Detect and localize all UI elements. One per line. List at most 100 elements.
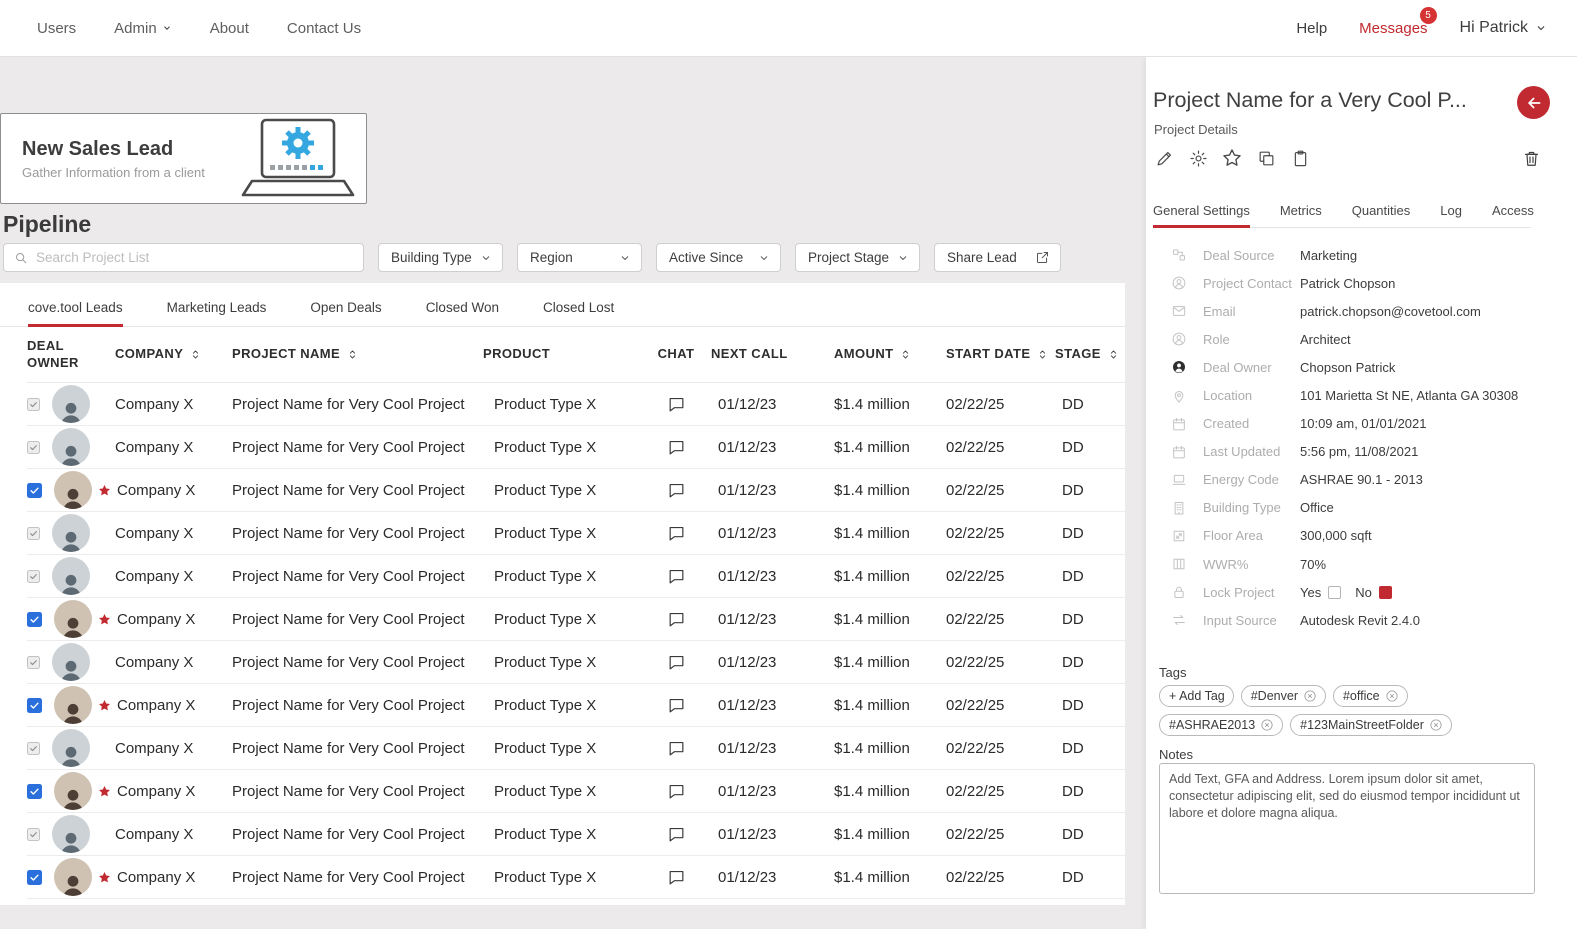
row-checkbox[interactable] <box>27 526 40 540</box>
tab-closed-won[interactable]: Closed Won <box>426 300 499 326</box>
row-checkbox[interactable] <box>27 655 40 669</box>
lock-no-checkbox[interactable] <box>1378 585 1392 599</box>
column-header-chat: CHAT <box>657 346 695 362</box>
row-checkbox[interactable] <box>27 697 42 713</box>
row-checkbox[interactable] <box>27 482 42 498</box>
tab-open-deals[interactable]: Open Deals <box>310 300 381 326</box>
chat-icon[interactable] <box>667 782 686 801</box>
column-header-project-name[interactable]: PROJECT NAME <box>232 346 483 362</box>
delete-button[interactable] <box>1518 145 1544 171</box>
chat-icon[interactable] <box>667 868 686 887</box>
clipboard-button[interactable] <box>1287 145 1313 171</box>
stage-cell: DD <box>1062 524 1084 542</box>
product-cell: Product Type X <box>494 524 597 542</box>
column-header-start-date[interactable]: START DATE <box>946 346 1055 362</box>
filter-building-type[interactable]: Building Type <box>378 243 503 272</box>
table-row[interactable]: Company X Project Name for Very Cool Pro… <box>27 426 1125 469</box>
amount-cell: $1.4 million <box>834 438 910 456</box>
row-checkbox[interactable] <box>27 741 40 755</box>
lock-yes-checkbox[interactable] <box>1328 585 1342 599</box>
avatar <box>54 858 92 896</box>
sort-icon[interactable] <box>346 348 359 361</box>
project-fields: Deal Source Marketing Project Contact Patr… <box>1153 241 1553 634</box>
sort-icon[interactable] <box>1107 348 1120 361</box>
row-checkbox[interactable] <box>27 611 42 627</box>
filter-region[interactable]: Region <box>517 243 642 272</box>
chat-icon[interactable] <box>667 438 686 457</box>
panel-tab-access[interactable]: Access <box>1492 203 1534 227</box>
chat-icon[interactable] <box>667 696 686 715</box>
table-row[interactable]: Company X Project Name for Very Cool Pro… <box>27 512 1125 555</box>
table-row[interactable]: Company X Project Name for Very Cool Pro… <box>27 684 1125 727</box>
tab-marketing-leads[interactable]: Marketing Leads <box>167 300 267 326</box>
tag-chip[interactable]: #Denver <box>1240 685 1326 707</box>
tag-chip[interactable]: #123MainStreetFolder <box>1290 714 1452 736</box>
panel-tab-general-settings[interactable]: General Settings <box>1153 203 1250 228</box>
chat-icon[interactable] <box>667 653 686 672</box>
chat-icon[interactable] <box>667 395 686 414</box>
nav-item-contact-us[interactable]: Contact Us <box>287 20 361 37</box>
clipboard-icon <box>1291 149 1310 168</box>
chat-icon[interactable] <box>667 739 686 758</box>
back-button[interactable] <box>1517 86 1550 119</box>
table-row[interactable]: Company X Project Name for Very Cool Pro… <box>27 770 1125 813</box>
tab-cove-tool-leads[interactable]: cove.tool Leads <box>28 300 123 327</box>
field-value: Autodesk Revit 2.4.0 <box>1300 612 1420 628</box>
table-row[interactable]: Company X Project Name for Very Cool Pro… <box>27 727 1125 770</box>
remove-tag-icon[interactable] <box>1303 689 1317 703</box>
tab-closed-lost[interactable]: Closed Lost <box>543 300 614 326</box>
remove-tag-icon[interactable] <box>1429 718 1443 732</box>
table-row[interactable]: Company X Project Name for Very Cool Pro… <box>27 598 1125 641</box>
edit-button[interactable] <box>1151 145 1177 171</box>
row-checkbox[interactable] <box>27 569 40 583</box>
chat-icon[interactable] <box>667 567 686 586</box>
duplicate-button[interactable] <box>1253 145 1279 171</box>
notes-textarea[interactable]: Add Text, GFA and Address. Lorem ipsum d… <box>1159 763 1535 894</box>
panel-tab-metrics[interactable]: Metrics <box>1280 203 1322 227</box>
row-checkbox[interactable] <box>27 827 40 841</box>
panel-tab-log[interactable]: Log <box>1440 203 1462 227</box>
column-header-stage[interactable]: STAGE <box>1055 346 1125 362</box>
column-header-company[interactable]: COMPANY <box>115 346 232 362</box>
nav-item-admin[interactable]: Admin <box>114 20 172 37</box>
nav-item-users[interactable]: Users <box>37 20 76 37</box>
filter-project-stage[interactable]: Project Stage <box>795 243 920 272</box>
table-row[interactable]: Company X Project Name for Very Cool Pro… <box>27 383 1125 426</box>
sort-icon[interactable] <box>189 348 202 361</box>
sort-icon[interactable] <box>899 348 912 361</box>
table-row[interactable]: Company X Project Name for Very Cool Pro… <box>27 555 1125 598</box>
panel-tab-quantities[interactable]: Quantities <box>1352 203 1411 227</box>
column-header-amount[interactable]: AMOUNT <box>834 346 946 362</box>
product-cell: Product Type X <box>494 739 597 757</box>
add-tag-button[interactable]: + Add Tag <box>1159 685 1234 707</box>
user-menu[interactable]: Hi Patrick <box>1460 19 1547 37</box>
amount-cell: $1.4 million <box>834 481 910 499</box>
table-row[interactable]: Company X Project Name for Very Cool Pro… <box>27 469 1125 512</box>
settings-button[interactable] <box>1185 145 1211 171</box>
favorite-button[interactable] <box>1219 145 1245 171</box>
row-checkbox[interactable] <box>27 869 42 885</box>
row-checkbox[interactable] <box>27 783 42 799</box>
messages-link[interactable]: Messages 5 <box>1359 6 1437 37</box>
sort-icon[interactable] <box>1036 348 1049 361</box>
share-lead-button[interactable]: Share Lead <box>934 243 1061 272</box>
chat-icon[interactable] <box>667 610 686 629</box>
tag-chip[interactable]: #ASHRAE2013 <box>1159 714 1284 736</box>
column-header-deal-owner: DEAL OWNER <box>27 338 79 370</box>
new-sales-lead-card[interactable]: New Sales Lead Gather Information from a… <box>0 113 367 204</box>
filter-active-since[interactable]: Active Since <box>656 243 781 272</box>
row-checkbox[interactable] <box>27 397 40 411</box>
table-row[interactable]: Company X Project Name for Very Cool Pro… <box>27 813 1125 856</box>
chat-icon[interactable] <box>667 481 686 500</box>
chat-icon[interactable] <box>667 825 686 844</box>
help-link[interactable]: Help <box>1296 20 1327 37</box>
table-row[interactable]: Company X Project Name for Very Cool Pro… <box>27 641 1125 684</box>
table-row[interactable]: Company X Project Name for Very Cool Pro… <box>27 856 1125 899</box>
row-checkbox[interactable] <box>27 440 40 454</box>
remove-tag-icon[interactable] <box>1260 718 1274 732</box>
tag-chip[interactable]: #office <box>1332 685 1408 707</box>
chat-icon[interactable] <box>667 524 686 543</box>
search-input[interactable] <box>36 250 353 265</box>
nav-item-about[interactable]: About <box>210 20 249 37</box>
remove-tag-icon[interactable] <box>1385 689 1399 703</box>
